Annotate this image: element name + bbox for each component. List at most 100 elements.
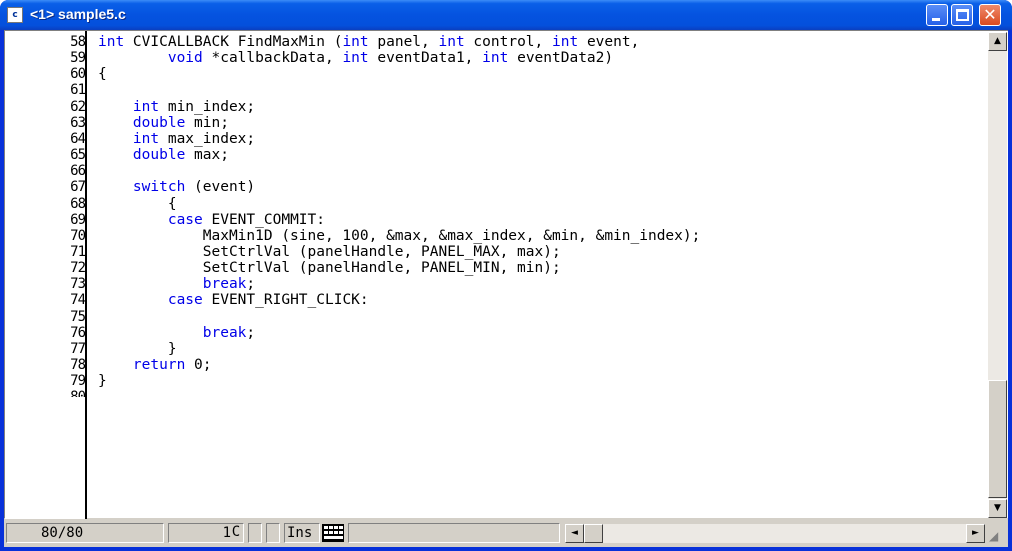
code-text: panel, <box>368 34 439 50</box>
code-line[interactable]: double min; <box>98 115 229 131</box>
code-line[interactable]: } <box>98 341 177 357</box>
code-line[interactable]: return 0; <box>98 357 212 373</box>
arrow-up-icon: ▲ <box>994 36 1001 46</box>
line-number: 62 <box>70 98 86 115</box>
code-line[interactable]: void *callbackData, int eventData1, int … <box>98 50 613 66</box>
arrow-right-icon: ► <box>972 528 979 538</box>
code-text: { <box>98 195 177 212</box>
gutter-divider <box>85 31 87 519</box>
code-keyword: double <box>98 114 186 131</box>
code-keyword: switch <box>98 179 186 196</box>
horizontal-scrollbar[interactable]: ◄ ► <box>565 524 985 543</box>
code-keyword: break <box>98 276 247 293</box>
code-text: MaxMin1D (sine, 100, &max, &max_index, &… <box>98 227 701 244</box>
scroll-down-button[interactable]: ▼ <box>988 499 1007 518</box>
code-line[interactable]: double max; <box>98 147 229 163</box>
code-line[interactable]: { <box>98 196 177 212</box>
line-number: 59 <box>70 50 86 67</box>
minimize-icon <box>932 18 940 21</box>
code-keyword: int <box>342 34 369 50</box>
line-number: 65 <box>70 147 86 164</box>
code-line[interactable]: } <box>98 373 107 389</box>
code-keyword: double <box>98 147 186 164</box>
code-line[interactable]: SetCtrlVal (panelHandle, PANEL_MAX, max)… <box>98 244 561 260</box>
line-number: 72 <box>70 260 86 277</box>
code-line[interactable]: break; <box>98 276 255 292</box>
minimize-button[interactable] <box>926 4 948 26</box>
code-keyword: void <box>98 50 203 67</box>
line-number: 64 <box>70 130 86 147</box>
code-line[interactable]: int max_index; <box>98 131 255 147</box>
line-number: 70 <box>70 227 86 244</box>
code-text: event, <box>578 34 640 50</box>
code-text: SetCtrlVal (panelHandle, PANEL_MAX, max)… <box>98 243 561 260</box>
maximize-button[interactable] <box>951 4 973 26</box>
close-icon: ✕ <box>983 5 997 24</box>
code-line[interactable]: case EVENT_COMMIT: <box>98 212 325 228</box>
status-cell <box>248 523 262 543</box>
source-file-icon[interactable]: c <box>7 7 23 23</box>
arrow-down-icon: ▼ <box>994 503 1001 513</box>
vertical-scrollbar[interactable]: ▲ ▼ <box>988 32 1007 518</box>
code-text: eventData1, <box>368 50 483 67</box>
code-keyword: int <box>98 34 125 50</box>
line-number: 58 <box>70 34 86 50</box>
status-cell <box>266 523 280 543</box>
code-line[interactable]: { <box>98 66 107 82</box>
code-text: min; <box>185 114 229 131</box>
code-text: min_index; <box>159 98 256 115</box>
vertical-scroll-thumb[interactable] <box>988 380 1007 498</box>
code-text: max_index; <box>159 130 256 147</box>
code-text: *callbackData, <box>202 50 343 67</box>
code-line[interactable]: break; <box>98 325 255 341</box>
window-title: <1> sample5.c <box>30 6 126 22</box>
code-line[interactable]: int min_index; <box>98 99 255 115</box>
arrow-left-icon: ◄ <box>571 528 578 538</box>
line-number: 75 <box>70 308 86 325</box>
line-number: 74 <box>70 292 86 309</box>
close-button[interactable]: ✕ <box>979 4 1001 26</box>
code-line[interactable]: int CVICALLBACK FindMaxMin (int panel, i… <box>98 34 639 50</box>
code-text: ; <box>246 324 256 341</box>
line-number: 73 <box>70 276 86 293</box>
editor-window: c <1> sample5.c ✕ 58 59 60 61 62 63 64 65 66 67 68… <box>0 0 1012 551</box>
keyboard-icon <box>322 524 344 542</box>
code-keyword: case <box>98 211 203 228</box>
line-number: 77 <box>70 340 86 357</box>
maximize-icon <box>956 9 969 21</box>
line-number: 71 <box>70 243 86 260</box>
code-keyword: int <box>342 50 369 67</box>
mode-indicator: C <box>231 524 241 540</box>
title-bar[interactable]: c <1> sample5.c ✕ <box>0 0 1012 30</box>
code-keyword: int <box>552 34 579 50</box>
code-text: } <box>98 373 107 390</box>
scroll-left-button[interactable]: ◄ <box>565 524 584 543</box>
scroll-up-button[interactable]: ▲ <box>988 32 1007 51</box>
code-keyword: case <box>98 292 203 309</box>
code-keyword: int <box>482 50 509 67</box>
line-number-gutter: 58 59 60 61 62 63 64 65 66 67 68 69 70 71 72 73 74 75 76 77… <box>5 31 86 519</box>
resize-grip-icon[interactable]: ◢ <box>989 529 1005 545</box>
code-text: { <box>98 66 107 83</box>
code-keyword: int <box>98 130 160 147</box>
source-editor[interactable]: 58 59 60 61 62 63 64 65 66 67 68 69 70 71 72 73 74 75 76 77… <box>4 30 1008 519</box>
code-text: SetCtrlVal (panelHandle, PANEL_MIN, min)… <box>98 260 561 277</box>
code-text: control, <box>464 34 553 50</box>
code-line[interactable]: case EVENT_RIGHT_CLICK: <box>98 292 369 308</box>
code-line[interactable]: switch (event) <box>98 179 255 195</box>
code-line[interactable]: SetCtrlVal (panelHandle, PANEL_MIN, min)… <box>98 260 561 276</box>
code-line[interactable]: MaxMin1D (sine, 100, &max, &max_index, &… <box>98 227 701 244</box>
code-text: } <box>98 340 177 357</box>
code-keyword: int <box>98 98 160 115</box>
status-cell <box>348 523 560 543</box>
status-bar: 80/80 1 C Ins ◄ ► ◢ <box>4 519 1008 547</box>
horizontal-scroll-thumb[interactable] <box>584 524 603 543</box>
code-text: 0; <box>185 357 212 373</box>
line-number: 76 <box>70 324 86 341</box>
code-keyword: break <box>98 324 247 341</box>
code-text: max; <box>185 147 229 164</box>
scroll-right-button[interactable]: ► <box>966 524 985 543</box>
line-number: 78 <box>70 357 86 373</box>
line-number: 61 <box>70 82 86 99</box>
insert-mode-indicator[interactable]: Ins <box>284 523 320 543</box>
